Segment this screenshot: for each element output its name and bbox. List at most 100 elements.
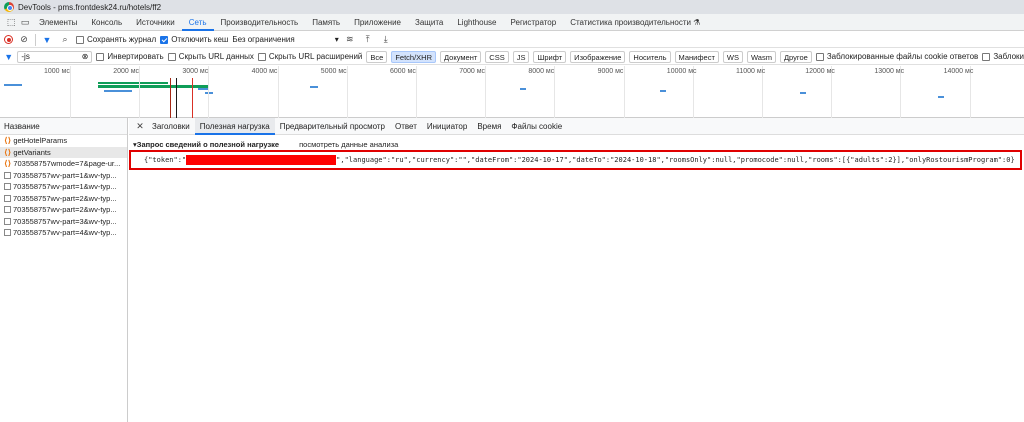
filter-font[interactable]: Шрифт [533,50,567,63]
throttling-select[interactable]: Без ограничения ▾ [232,35,338,44]
request-row[interactable]: 703558757wv-part=4&wv-typ... [0,227,127,239]
filter-fetch-xhr[interactable]: Fetch/XHR [391,50,437,63]
tab-recorder[interactable]: Регистратор [504,14,564,31]
devtools-tabbar: ⬚ ▭ Элементы Консоль Источники Сеть Прои… [0,14,1024,31]
tab-elements[interactable]: Элементы [32,14,84,31]
checkbox-icon[interactable] [815,52,824,61]
fetch-icon: ⟨⟩ [4,159,12,168]
blocked-cookies-checkbox[interactable]: Заблокированные файлы cookie ответов [815,52,978,61]
timeline-tick-label: 3000 мс [182,68,209,75]
view-parsed-link[interactable]: посмотреть данные анализа [299,140,398,149]
close-icon[interactable]: ✕ [133,119,147,133]
request-row[interactable]: 703558757wv-part=2&wv-typ... [0,204,127,216]
timeline-bar [800,92,806,94]
timeline-gridline [623,66,625,118]
timeline-bar [4,84,22,86]
timeline-bar [104,90,132,92]
window-titlebar: DevTools - pms.frontdesk24.ru/hotels/ff2 [0,0,1024,14]
timeline-bar [98,82,168,84]
checkbox-icon[interactable] [982,52,991,61]
tab-cookies[interactable]: Файлы cookie [506,118,567,135]
request-row[interactable]: 703558757wv-part=1&wv-typ... [0,170,127,182]
request-row[interactable]: ⟨⟩ 703558757wmode=7&page-ur... [0,158,127,170]
network-conditions-icon[interactable]: ≋ [343,33,357,47]
tab-security[interactable]: Защита [408,14,450,31]
filter-all[interactable]: Все [366,50,388,63]
timeline-gridline [277,66,279,118]
dom-content-loaded-line [170,78,171,118]
tab-initiator[interactable]: Инициатор [422,118,472,135]
filter-image[interactable]: Изображение [570,50,626,63]
request-row[interactable]: ⟨⟩ getHotelParams [0,135,127,147]
tab-performance[interactable]: Производительность [214,14,306,31]
export-har-icon[interactable]: ⤓ [379,33,393,47]
payload-section-title[interactable]: ▾Запрос сведений о полезной нагрузке [133,140,279,149]
tab-network[interactable]: Сеть [181,14,214,31]
filter-bar: ▼ -js ⊗ Инвертировать Скрыть URL данных С… [0,49,1024,65]
tab-lighthouse[interactable]: Lighthouse [450,14,503,31]
checkbox-icon[interactable] [76,35,84,44]
timeline-gridline [139,66,141,118]
tab-payload[interactable]: Полезная нагрузка [194,117,275,135]
tab-sources[interactable]: Источники [129,14,182,31]
device-toolbar-icon[interactable]: ▭ [18,15,32,29]
timeline-bar [198,88,208,90]
timeline-bar [310,86,318,88]
import-har-icon[interactable]: ⤒ [361,33,375,47]
checkbox-icon[interactable] [167,52,176,61]
tab-timing[interactable]: Время [472,118,506,135]
payload-section-header: ▾Запрос сведений о полезной нагрузке пос… [133,140,398,149]
tab-memory[interactable]: Память [305,14,347,31]
finish-line [192,78,193,118]
tab-preview[interactable]: Предварительный просмотр [275,118,390,135]
timeline-tick-label: 2000 мс [113,68,140,75]
filter-document[interactable]: Документ [440,50,482,63]
timeline-tick-label: 10000 мс [666,68,697,75]
checkbox-checked-icon[interactable] [160,35,169,44]
document-icon [4,183,11,191]
preserve-log-checkbox[interactable]: Сохранять журнал [76,35,156,44]
disable-cache-checkbox[interactable]: Отключить кеш [160,35,228,44]
fetch-icon: ⟨⟩ [4,136,12,145]
search-icon[interactable]: ⌕ [58,33,72,47]
request-row-selected[interactable]: ⟨⟩ getVariants [0,146,127,158]
checkbox-icon[interactable] [257,52,266,61]
filter-funnel-icon: ▼ [4,51,14,62]
invert-checkbox[interactable]: Инвертировать [96,52,164,61]
name-column-header[interactable]: Название [0,118,127,135]
tab-application[interactable]: Приложение [347,14,408,31]
filter-icon[interactable]: ▼ [40,33,54,47]
filter-ws[interactable]: WS [722,50,743,63]
timeline-tick-label: 11000 мс [736,68,766,75]
timeline-tick-label: 4000 мс [251,68,278,75]
clear-filter-icon[interactable]: ⊗ [82,52,89,61]
filter-js[interactable]: JS [512,50,530,63]
hide-data-urls-checkbox[interactable]: Скрыть URL данных [167,52,254,61]
redacted-token [186,155,337,165]
tab-headers[interactable]: Заголовки [147,118,195,135]
network-overview-timeline[interactable]: 1000 мс 2000 мс 3000 мс 4000 мс 5000 мс 6000 … [0,66,1024,118]
filter-wasm[interactable]: Wasm [746,50,776,63]
hide-extension-urls-checkbox[interactable]: Скрыть URL расширений [257,52,362,61]
filter-css[interactable]: CSS [485,50,509,63]
invert-label: Инвертировать [107,52,164,61]
record-icon[interactable] [4,35,13,44]
timeline-tick-label: 8000 мс [528,68,555,75]
tab-response[interactable]: Ответ [390,118,422,135]
filter-input[interactable]: -js ⊗ [17,50,93,63]
load-event-line [176,78,177,118]
filter-media[interactable]: Носитель [629,50,671,63]
request-payload-source[interactable]: {"token":" ","language":"ru","currency":"… [129,150,1022,170]
clear-icon[interactable]: ⊘ [17,33,31,47]
filter-other[interactable]: Другое [779,50,812,63]
request-row[interactable]: 703558757wv-part=1&wv-typ... [0,181,127,193]
filter-manifest[interactable]: Манифест [674,50,719,63]
inspect-element-icon[interactable]: ⬚ [4,15,18,29]
checkbox-icon[interactable] [96,52,105,61]
request-row[interactable]: 703558757wv-part=3&wv-typ... [0,216,127,228]
divider [35,33,36,46]
blocked-requests-checkbox[interactable]: Заблоки [982,52,1024,61]
tab-console[interactable]: Консоль [84,14,129,31]
request-row[interactable]: 703558757wv-part=2&wv-typ... [0,193,127,205]
tab-performance-insights[interactable]: Статистика производительности ⚗ [563,14,707,31]
